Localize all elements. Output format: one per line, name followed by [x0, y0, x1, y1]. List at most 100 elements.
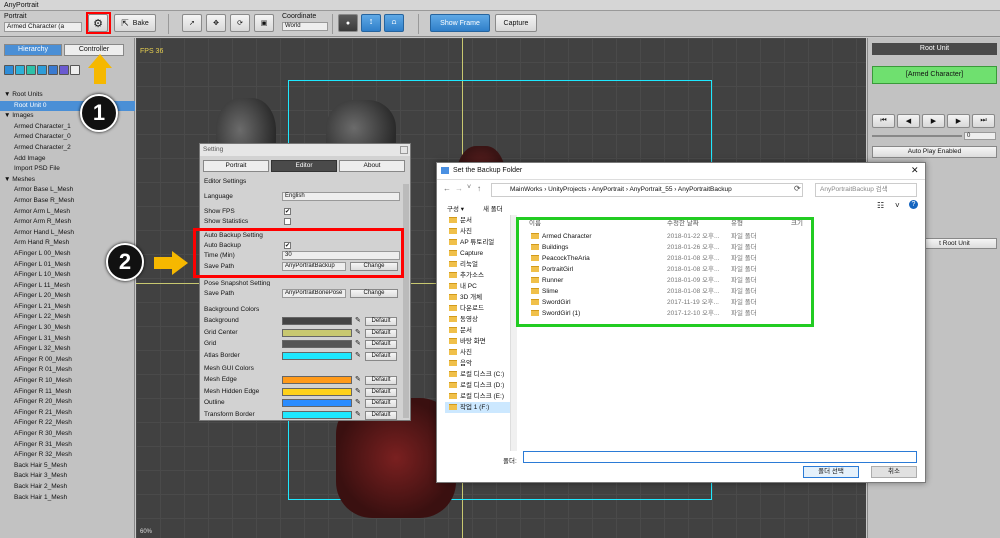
breadcrumb-segment[interactable]: AnyPortrait_55: [629, 186, 672, 193]
timeline-slider[interactable]: [872, 135, 962, 137]
eyedropper-icon[interactable]: ✎: [355, 339, 361, 347]
tree-item[interactable]: Back Hair 2_Mesh: [0, 482, 135, 493]
capture-button[interactable]: Capture: [495, 14, 537, 32]
text-filter-icon[interactable]: [4, 65, 14, 75]
tree-item[interactable]: AFinger L 31_Mesh: [0, 334, 135, 345]
new-folder-button[interactable]: 새 폴더: [483, 203, 503, 213]
sidebar-location[interactable]: 작업 1 (F:): [445, 402, 510, 413]
tree-item[interactable]: Armor Base R_Mesh: [0, 196, 135, 207]
sidebar-location[interactable]: 다운로드: [445, 303, 510, 314]
organize-button[interactable]: 구성 ▾: [447, 203, 464, 213]
group-filter-icon[interactable]: [37, 65, 47, 75]
default-button[interactable]: Default: [365, 328, 397, 338]
eyedropper-icon[interactable]: ✎: [355, 351, 361, 359]
breadcrumb-segment[interactable]: AnyPortraitBackup: [678, 186, 732, 193]
dialog-close-icon[interactable]: ✕: [911, 165, 919, 176]
tree-item[interactable]: Armed Character_2: [0, 143, 135, 154]
dropdown-icon[interactable]: ˅: [467, 184, 471, 191]
mesh-color-swatch[interactable]: [282, 399, 352, 407]
play-button[interactable]: ▶: [922, 114, 945, 128]
last-frame-button[interactable]: ⏭: [972, 114, 995, 128]
tree-item[interactable]: Add Image: [0, 154, 135, 165]
view-dropdown-icon[interactable]: ˅: [895, 201, 900, 210]
tree-item[interactable]: AFinger L 32_Mesh: [0, 344, 135, 355]
eyedropper-icon[interactable]: ✎: [355, 375, 361, 383]
frame-field[interactable]: 0: [964, 132, 996, 140]
tree-item[interactable]: AFinger R 10_Mesh: [0, 376, 135, 387]
onion-button[interactable]: ●: [338, 14, 358, 32]
refresh-icon[interactable]: ⟳: [794, 184, 801, 193]
tab-editor[interactable]: Editor: [271, 160, 337, 172]
tree-item[interactable]: Armor Arm R_Mesh: [0, 217, 135, 228]
tree-item[interactable]: AFinger R 01_Mesh: [0, 365, 135, 376]
setting-scrollbar[interactable]: [403, 184, 409, 418]
help-icon[interactable]: ?: [909, 200, 918, 209]
tree-item[interactable]: Back Hair 3_Mesh: [0, 471, 135, 482]
select-folder-button[interactable]: 폴더 선택: [803, 466, 859, 478]
tree-item[interactable]: Import PSD File: [0, 164, 135, 175]
mesh-color-swatch[interactable]: [282, 387, 352, 396]
show-frame-button[interactable]: Show Frame: [430, 14, 490, 32]
select-tool-button[interactable]: ➚: [182, 14, 202, 32]
tab-hierarchy[interactable]: Hierarchy: [4, 44, 62, 56]
tree-item[interactable]: AFinger R 21_Mesh: [0, 408, 135, 419]
tree-item[interactable]: Back Hair 5_Mesh: [0, 461, 135, 472]
sidebar-location[interactable]: 로컬 디스크 (E:): [445, 391, 510, 402]
bg-color-swatch[interactable]: [282, 351, 352, 360]
tree-item[interactable]: AFinger R 31_Mesh: [0, 440, 135, 451]
eyedropper-icon[interactable]: ✎: [355, 398, 361, 406]
default-button[interactable]: Default: [365, 376, 397, 385]
portrait-select[interactable]: Armed Character (a: [4, 22, 82, 32]
breadcrumb-segment[interactable]: AnyPortrait: [592, 186, 624, 193]
default-button[interactable]: Default: [365, 317, 397, 326]
first-frame-button[interactable]: ⏮: [872, 114, 895, 128]
sidebar-location[interactable]: 사진: [445, 226, 510, 237]
default-button[interactable]: Default: [365, 387, 397, 397]
tree-item[interactable]: AFinger R 22_Mesh: [0, 418, 135, 429]
sidebar-location[interactable]: 음악: [445, 358, 510, 369]
view-options-icon[interactable]: ☷: [877, 201, 884, 210]
tree-item[interactable]: AFinger L 30_Mesh: [0, 323, 135, 334]
coordinate-select[interactable]: World: [282, 22, 328, 31]
sidebar-location[interactable]: Capture: [445, 248, 510, 259]
back-arrow-icon[interactable]: ←: [443, 184, 451, 193]
eyedropper-icon[interactable]: ✎: [355, 316, 361, 324]
tree-item[interactable]: Armor Hand L_Mesh: [0, 228, 135, 239]
sidebar-location[interactable]: 바탕 화면: [445, 336, 510, 347]
bg-color-swatch[interactable]: [282, 340, 352, 348]
breadcrumb-segment[interactable]: UnityProjects: [548, 186, 586, 193]
sidebar-location[interactable]: 리눅얼: [445, 259, 510, 270]
mesh-color-swatch[interactable]: [282, 376, 352, 384]
sidebar-location[interactable]: 로컬 디스크 (C:): [445, 369, 510, 380]
mesh-filter-icon[interactable]: [26, 65, 36, 75]
tree-item[interactable]: AFinger L 11_Mesh: [0, 281, 135, 292]
tree-item[interactable]: AFinger R 00_Mesh: [0, 355, 135, 366]
tree-item[interactable]: Armed Character_0: [0, 132, 135, 143]
tree-section-header[interactable]: ▼ Root Units: [0, 90, 135, 101]
sidebar-location[interactable]: 문서: [445, 325, 510, 336]
search-input[interactable]: AnyPortraitBackup 검색: [815, 183, 917, 197]
default-button[interactable]: Default: [365, 340, 397, 349]
prev-frame-button[interactable]: ◀: [897, 114, 920, 128]
sidebar-location[interactable]: 내 PC: [445, 281, 510, 292]
tree-item[interactable]: AFinger L 20_Mesh: [0, 291, 135, 302]
next-frame-button[interactable]: ▶: [947, 114, 970, 128]
show-statistics-checkbox[interactable]: [284, 218, 291, 225]
up-arrow-icon[interactable]: ↑: [477, 184, 481, 193]
tab-about[interactable]: About: [339, 160, 405, 172]
tree-item[interactable]: AFinger L 22_Mesh: [0, 312, 135, 323]
tree-item[interactable]: Armor Base L_Mesh: [0, 185, 135, 196]
image-filter-icon[interactable]: [15, 65, 25, 75]
sidebar-location[interactable]: 로컬 디스크 (D:): [445, 380, 510, 391]
tree-item[interactable]: Back Hair 1_Mesh: [0, 493, 135, 504]
tree-item[interactable]: AFinger L 21_Mesh: [0, 302, 135, 313]
bone-button[interactable]: ⟟: [361, 14, 381, 32]
cancel-button[interactable]: 취소: [871, 466, 917, 478]
forward-arrow-icon[interactable]: →: [455, 184, 463, 193]
anim-filter-icon[interactable]: [48, 65, 58, 75]
auto-play-button[interactable]: Auto Play Enabled: [872, 146, 997, 158]
tree-item[interactable]: AFinger R 32_Mesh: [0, 450, 135, 461]
eyedropper-icon[interactable]: ✎: [355, 328, 361, 336]
change-pose-path-button[interactable]: Change: [350, 289, 398, 298]
sidebar-location[interactable]: 3D 개체: [445, 292, 510, 303]
